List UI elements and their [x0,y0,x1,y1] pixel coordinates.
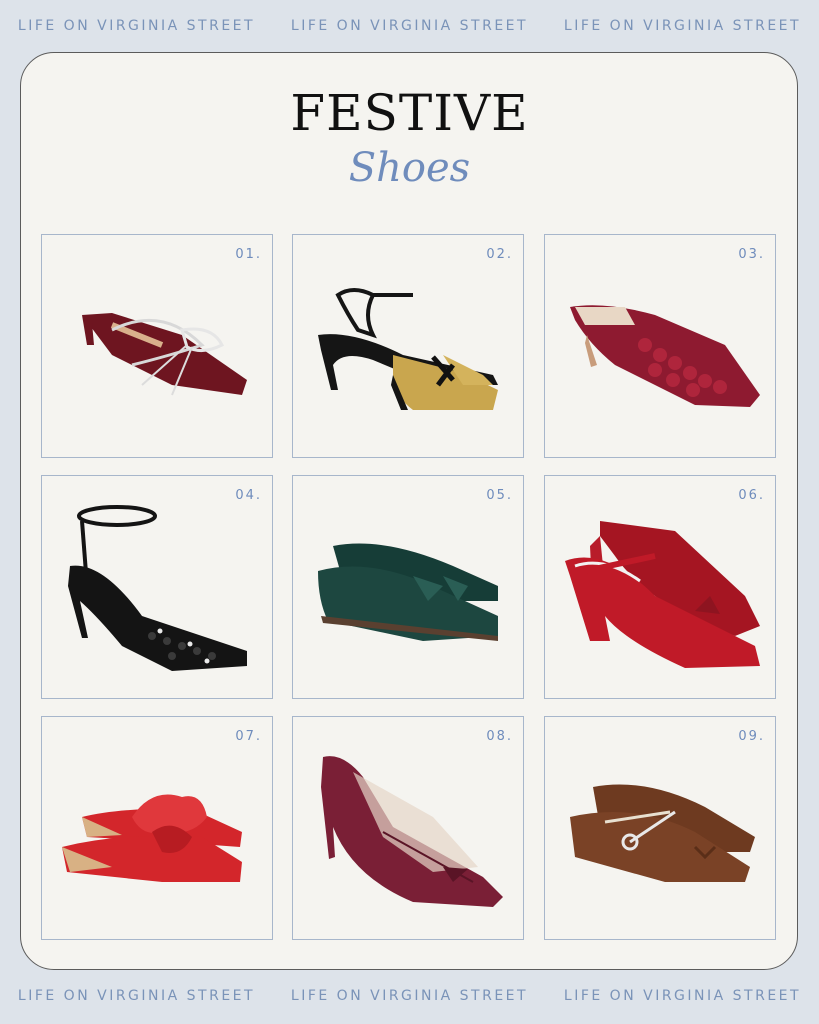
product-tile-01[interactable]: 01. [41,234,273,458]
page-title: FESTIVE [290,84,529,142]
black-gold-glitter-slingback-icon [318,288,498,410]
bottom-banner: LIFE ON VIRGINIA STREET LIFE ON VIRGINIA… [0,970,819,1022]
red-patent-mary-jane-heel-icon [565,521,760,668]
burgundy-velvet-bow-mule-icon [82,313,247,396]
product-tile-03[interactable]: 03. [544,234,776,458]
banner-text: LIFE ON VIRGINIA STREET [563,18,802,34]
green-velvet-tassel-loafer-icon [318,543,498,641]
product-tile-05[interactable]: 05. [292,475,524,699]
product-tile-06[interactable]: 06. [544,475,776,699]
banner-text: LIFE ON VIRGINIA STREET [563,988,802,1004]
banner-text: LIFE ON VIRGINIA STREET [17,988,256,1004]
brown-suede-ballet-flat-icon [570,784,755,882]
black-embellished-ankle-strap-pump-icon [68,505,247,671]
red-sequin-mule-icon [570,305,760,407]
banner-text: LIFE ON VIRGINIA STREET [290,18,529,34]
product-tile-04[interactable]: 04. [41,475,273,699]
product-tile-09[interactable]: 09. [544,716,776,940]
red-bow-flat-mule-icon [62,794,242,882]
banner-text: LIFE ON VIRGINIA STREET [17,18,256,34]
product-tile-02[interactable]: 02. [292,234,524,458]
product-tile-07[interactable]: 07. [41,716,273,940]
banner-text: LIFE ON VIRGINIA STREET [290,988,529,1004]
top-banner: LIFE ON VIRGINIA STREET LIFE ON VIRGINIA… [0,0,819,52]
page-subtitle: Shoes [348,145,471,191]
product-tile-08[interactable]: 08. [292,716,524,940]
burgundy-mesh-slingback-icon [321,756,503,907]
